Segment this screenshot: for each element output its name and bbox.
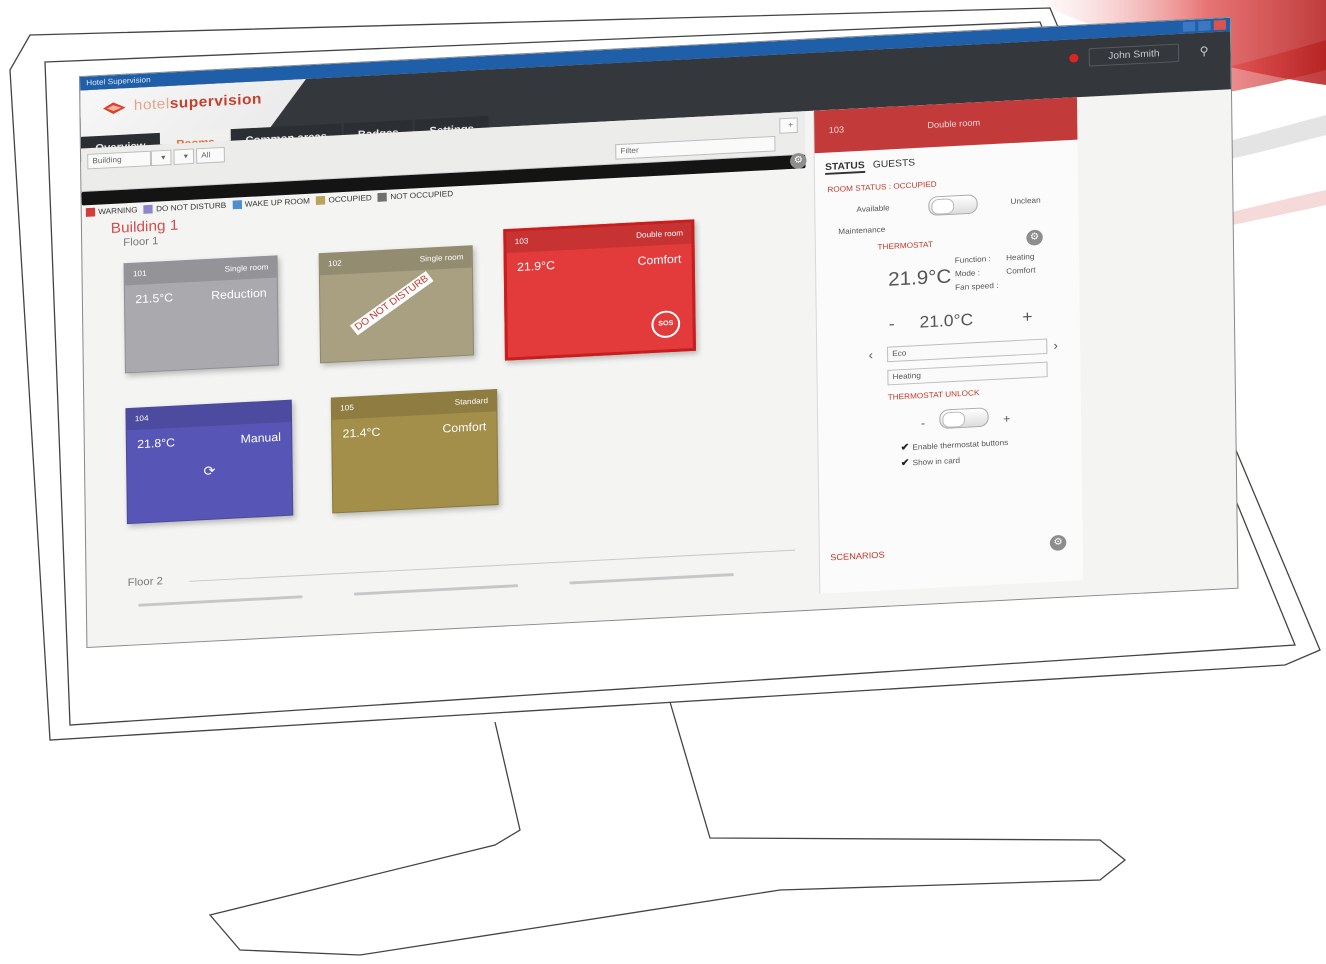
warning-swatch-icon xyxy=(85,208,96,218)
legend-occupied[interactable]: OCCUPIED xyxy=(316,193,372,206)
scenarios-settings-icon[interactable]: ⚙ xyxy=(1049,534,1067,552)
thermostat-settings-icon[interactable]: ⚙ xyxy=(1026,229,1043,246)
checkmark-icon: ✔ xyxy=(900,457,910,469)
function-label: Function : xyxy=(954,254,991,265)
window-controls xyxy=(1182,19,1227,32)
setpoint-temperature: 21.0°C xyxy=(919,310,974,332)
user-area: John Smith xyxy=(1069,43,1180,68)
scenarios-section[interactable]: SCENARIOS xyxy=(830,550,885,562)
thermostat-label: THERMOSTAT xyxy=(877,239,933,252)
mode-select[interactable]: Eco xyxy=(887,338,1048,363)
close-button[interactable] xyxy=(1213,19,1227,31)
toggle-left-label: Available xyxy=(856,203,890,214)
alert-icon[interactable] xyxy=(1069,53,1079,63)
filter-search-input[interactable]: Filter xyxy=(615,135,776,160)
brand-logo: hotelsupervision xyxy=(134,91,262,114)
dropdown-chevron-icon[interactable]: ▾ xyxy=(173,148,195,165)
room-card-placeholder xyxy=(353,584,519,596)
filter-select[interactable]: All xyxy=(196,146,225,164)
room-card-102[interactable]: 102 Single room DO NOT DISTURB xyxy=(318,245,475,364)
maintenance-label: Maintenance xyxy=(838,224,886,237)
checkmark-icon: ✔ xyxy=(900,442,910,454)
room-card-101[interactable]: 101 Single room 21.5°C Reduction xyxy=(123,255,279,374)
function-value: Heating xyxy=(1006,252,1035,263)
tab-guests[interactable]: GUESTS xyxy=(873,158,915,173)
minimize-button[interactable] xyxy=(1182,21,1196,32)
add-icon[interactable]: + xyxy=(779,117,798,134)
fan-speed-label: Fan speed : xyxy=(955,281,999,292)
application-window: Hotel Supervision hotelsupervision John … xyxy=(80,17,1238,647)
chevron-down-icon[interactable]: ▾ xyxy=(150,149,172,167)
legend-do-not-disturb[interactable]: DO NOT DISTURB xyxy=(143,201,227,215)
legend-wake-up[interactable]: WAKE UP ROOM xyxy=(232,197,310,210)
room-status-toggle[interactable] xyxy=(928,194,978,217)
manual-mode-icon: ⟳ xyxy=(203,462,216,479)
thermostat-unlock-label: THERMOSTAT UNLOCK xyxy=(887,388,980,402)
function-select[interactable]: Heating xyxy=(887,361,1048,386)
room-card-104[interactable]: 104 21.8°C Manual ⟳ xyxy=(125,399,294,525)
room-card-105[interactable]: 105 Standard 21.4°C Comfort xyxy=(330,389,499,514)
logo-icon xyxy=(101,100,128,117)
toggle-right-label: Unclean xyxy=(1010,195,1041,206)
unlock-plus-label: + xyxy=(1002,411,1011,426)
room-card-103[interactable]: 103 Double room 21.9°C Comfort SOS xyxy=(503,219,696,361)
wakeup-swatch-icon xyxy=(232,200,242,210)
building-select[interactable]: Building xyxy=(87,150,152,170)
brand-part2: supervision xyxy=(169,90,262,113)
thermostat-unlock-toggle[interactable] xyxy=(939,407,989,430)
panel-tabs: STATUS GUESTS xyxy=(825,158,915,175)
maximize-button[interactable] xyxy=(1198,20,1211,31)
decrease-setpoint-button[interactable]: - xyxy=(889,314,895,334)
search-icon[interactable]: ⚲ xyxy=(1200,44,1217,60)
enable-buttons-checkbox[interactable]: ✔ Enable thermostat buttons xyxy=(901,437,1009,453)
chevron-left-icon[interactable]: ‹ xyxy=(869,347,874,362)
room-card-placeholder xyxy=(138,595,303,607)
floor-2-label: Floor 2 xyxy=(127,575,163,589)
do-not-disturb-sign-icon: DO NOT DISTURB xyxy=(349,270,434,336)
show-in-card-checkbox[interactable]: ✔ Show in card xyxy=(901,455,960,469)
room-card-header: 102 Single room xyxy=(319,246,472,276)
legend-not-occupied[interactable]: NOT OCCUPIED xyxy=(377,189,453,203)
user-menu[interactable]: John Smith xyxy=(1088,43,1180,67)
current-temperature: 21.9°C xyxy=(888,266,952,291)
not-occupied-swatch-icon xyxy=(377,193,388,203)
mode-value: Comfort xyxy=(1006,265,1036,276)
legend-warning[interactable]: WARNING xyxy=(85,206,138,218)
unlock-minus-label: - xyxy=(920,416,926,431)
panel-room-number: 103 xyxy=(828,124,845,136)
occupied-swatch-icon xyxy=(316,196,326,206)
increase-setpoint-button[interactable]: + xyxy=(1022,307,1032,327)
chevron-right-icon[interactable]: › xyxy=(1053,338,1058,353)
room-status-label: ROOM STATUS : OCCUPIED xyxy=(827,179,937,195)
tab-status[interactable]: STATUS xyxy=(825,160,865,175)
panel-room-type: Double room xyxy=(927,117,981,131)
building-title: Building 1 xyxy=(110,216,179,237)
floor-1-label: Floor 1 xyxy=(123,235,159,249)
mode-label: Mode : xyxy=(954,268,981,279)
room-card-placeholder xyxy=(569,573,734,585)
dnd-swatch-icon xyxy=(143,205,154,215)
brand-part1: hotel xyxy=(133,95,170,114)
sos-badge[interactable]: SOS xyxy=(651,310,681,339)
room-detail-panel: 103 Double room STATUS GUESTS ROOM STATU… xyxy=(813,97,1084,594)
window-title: Hotel Supervision xyxy=(86,75,151,88)
